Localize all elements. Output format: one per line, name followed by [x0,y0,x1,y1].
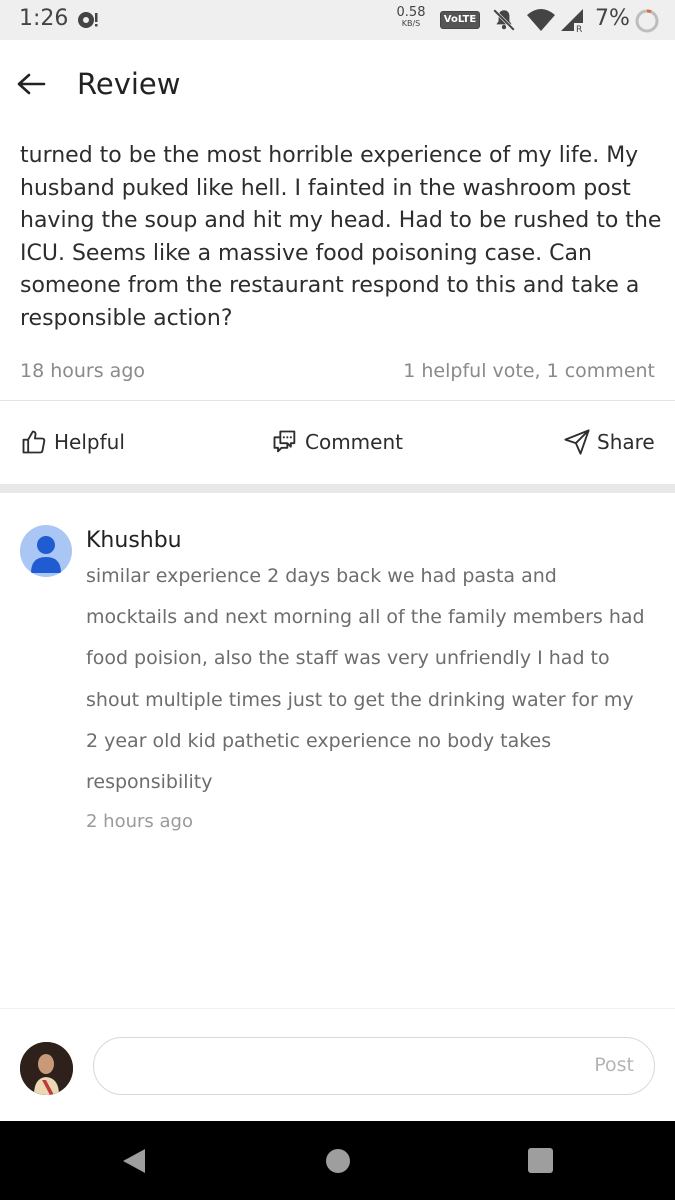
section-divider [0,484,675,493]
chat-bubbles-icon [273,430,296,453]
network-speed: 0.58 KB/S [396,6,426,28]
speed-unit: KB/S [401,19,421,28]
volte-badge: VoLTE [440,11,480,29]
share-label: Share [597,430,655,454]
system-nav-bar [0,1121,675,1200]
avatar [20,1042,73,1095]
review-stats[interactable]: 1 helpful vote, 1 comment [403,360,655,382]
recents-nav-button[interactable] [528,1148,553,1177]
mute-icon [491,7,517,37]
home-nav-button[interactable] [325,1148,351,1178]
review-actions: Helpful Comment Share [0,400,675,484]
helpful-label: Helpful [54,430,125,454]
notification-icon [76,9,100,35]
post-button[interactable]: Post [594,1054,634,1076]
signal-icon: R [559,7,585,37]
status-time: 1:26 [19,6,69,31]
triangle-back-icon [123,1149,145,1173]
battery-percent: 7% [595,6,630,31]
profile-photo-icon [20,1042,73,1095]
helpful-button[interactable]: Helpful [20,427,125,457]
page-title: Review [77,67,181,101]
wifi-icon [526,7,556,37]
comment-time: 2 hours ago [86,811,193,832]
review-body: turned to be the most horrible experienc… [20,143,662,331]
comment-input[interactable] [114,1052,574,1080]
review-meta: 18 hours ago 1 helpful vote, 1 comment [20,360,655,386]
square-recents-icon [528,1148,553,1173]
svg-text:R: R [576,25,582,33]
status-bar: 1:26 0.58 KB/S VoLTE R 7% [0,0,675,40]
back-button[interactable] [16,72,50,100]
review-text: turned to be the most horrible experienc… [20,140,665,335]
comment-composer: Post [0,1008,675,1121]
speed-value: 0.58 [396,5,426,20]
share-button[interactable]: Share [563,427,655,457]
app-bar: Review [0,40,675,130]
battery-icon [634,8,660,38]
thumbs-up-icon [22,430,46,454]
send-icon [564,429,590,455]
comment-field[interactable]: Post [93,1037,655,1095]
comment-label: Comment [305,430,403,454]
user-placeholder-icon [31,536,61,573]
arrow-left-icon [17,73,46,95]
comment-author[interactable]: Khushbu [86,528,182,553]
comment-text: similar experience 2 days back we had pa… [86,565,645,794]
review-time: 18 hours ago [20,360,146,382]
avatar[interactable] [20,525,72,577]
comment-button[interactable]: Comment [271,427,403,457]
circle-home-icon [326,1149,350,1173]
back-nav-button[interactable] [121,1147,147,1179]
